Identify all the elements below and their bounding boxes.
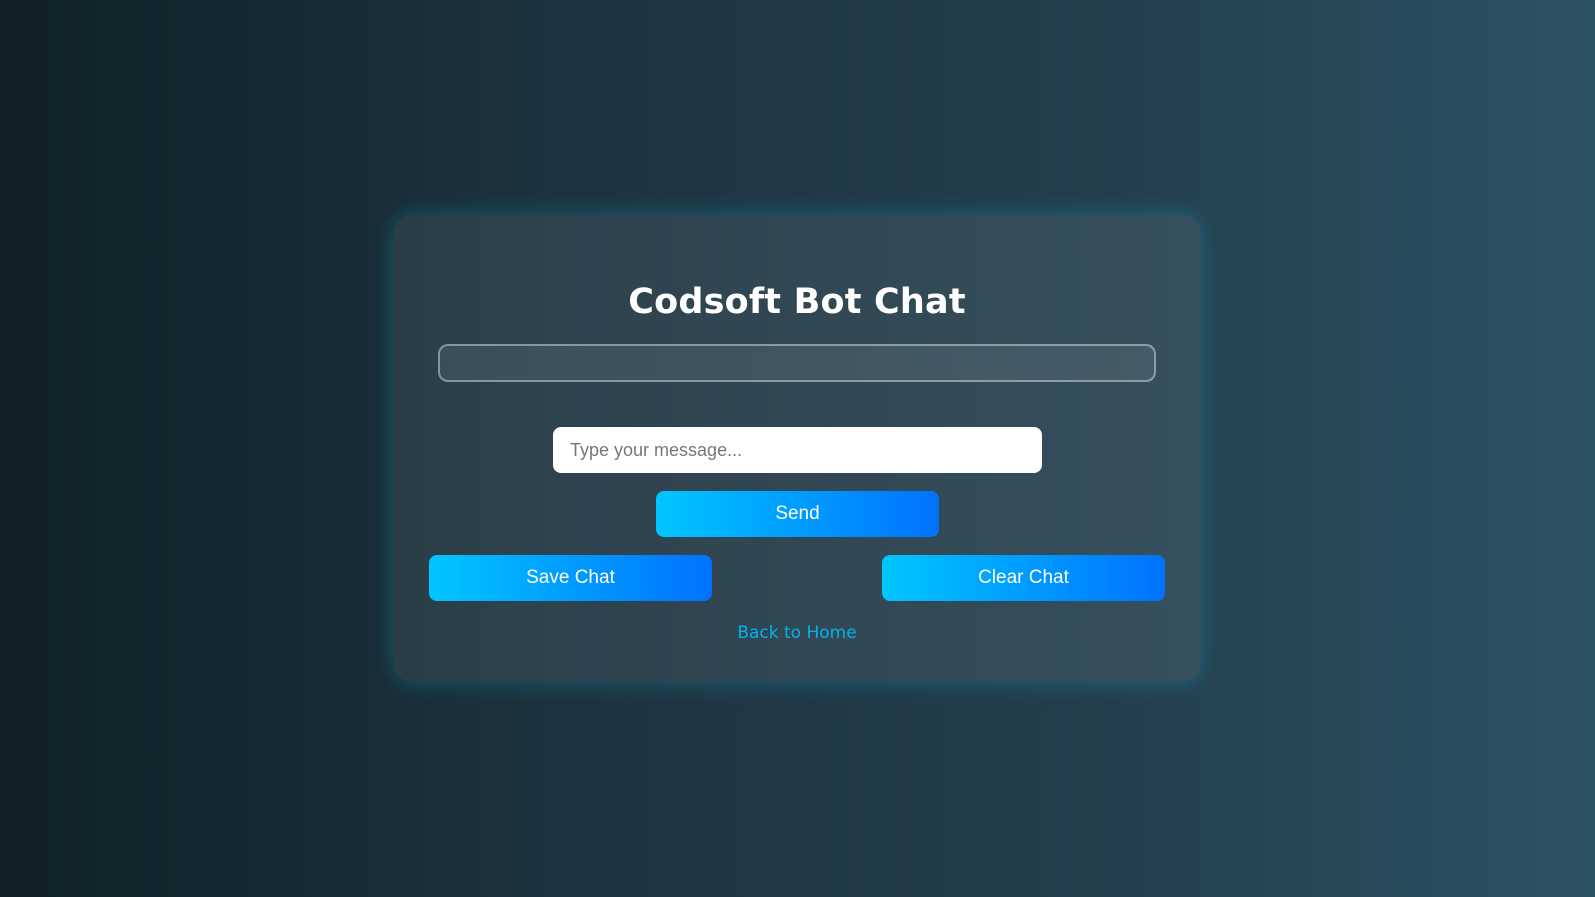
back-to-home-link[interactable]: Back to Home bbox=[393, 623, 1201, 643]
clear-chat-button[interactable]: Clear Chat bbox=[882, 555, 1165, 601]
chat-log-box[interactable] bbox=[438, 344, 1156, 382]
send-button[interactable]: Send bbox=[656, 491, 939, 537]
message-input[interactable] bbox=[553, 427, 1042, 473]
chat-container: Codsoft Bot Chat Send Save Chat Clear Ch… bbox=[393, 215, 1201, 682]
page-title: Codsoft Bot Chat bbox=[628, 282, 966, 322]
save-chat-button[interactable]: Save Chat bbox=[429, 555, 712, 601]
